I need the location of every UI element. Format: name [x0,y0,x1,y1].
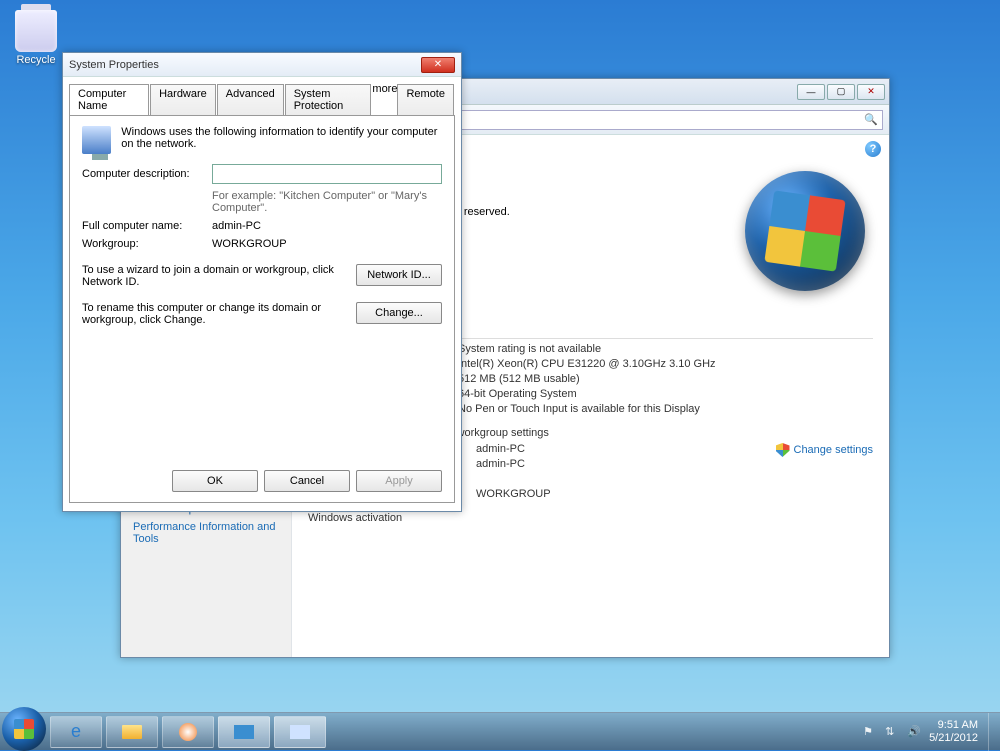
change-settings-link[interactable]: Change settings [776,443,874,457]
computer-icon [82,126,111,154]
shield-icon [776,443,790,457]
taskbar-media-player[interactable] [162,716,214,748]
full-name-value: admin-PC [476,458,525,470]
minimize-button[interactable]: — [797,84,825,100]
start-button[interactable] [2,707,46,751]
computer-description-input[interactable] [212,164,442,184]
desc-field-label: Computer description: [82,168,212,180]
rating-link[interactable]: System rating is not available [458,343,601,355]
dialog-close-button[interactable]: ✕ [421,57,455,73]
search-icon: 🔍 [864,113,878,126]
cpu-value: Intel(R) Xeon(R) CPU E31220 @ 3.10GHz 3.… [458,358,716,370]
cancel-button[interactable]: Cancel [264,470,350,492]
maximize-button[interactable]: ▢ [827,84,855,100]
workgroup-field-label: Workgroup: [82,238,212,250]
section-activation: Windows activation [308,512,873,524]
taskbar-clock[interactable]: 9:51 AM 5/21/2012 [929,719,978,743]
pen-value: No Pen or Touch Input is available for t… [458,403,700,415]
taskbar-control-panel[interactable] [218,716,270,748]
recycle-bin[interactable]: Recycle [15,10,57,66]
recycle-bin-label: Recycle [15,54,57,66]
network-id-button[interactable]: Network ID... [356,264,442,286]
tab-panel: Windows uses the following information t… [69,115,455,503]
ie-icon: e [71,721,81,742]
workgroup-value: WORKGROUP [476,488,551,500]
show-desktop-button[interactable] [988,713,998,751]
tab-remote[interactable]: Remote [397,84,454,116]
dialog-tabs: Computer Name Hardware Advanced System P… [63,77,461,115]
sidebar-perf-tools[interactable]: Performance Information and Tools [133,521,279,545]
system-properties-dialog: System Properties ✕ Computer Name Hardwa… [62,52,462,512]
tab-hardware[interactable]: Hardware [150,84,216,116]
clock-date: 5/21/2012 [929,732,978,744]
help-icon[interactable]: ? [865,141,881,157]
computer-name-value: admin-PC [476,443,525,455]
windows-logo-icon [745,171,865,291]
rename-text: To rename this computer or change its do… [82,302,344,326]
tab-advanced[interactable]: Advanced [217,84,284,116]
apply-button[interactable]: Apply [356,470,442,492]
system-tray: ⚑ ⇅ 🔊 9:51 AM 5/21/2012 [863,719,988,743]
tray-network-icon[interactable]: ⇅ [885,725,899,739]
recycle-bin-icon [15,10,57,52]
control-panel-icon [234,725,254,739]
systype-value: 64-bit Operating System [458,388,577,400]
full-name-field-value: admin-PC [212,220,261,232]
wizard-text: To use a wizard to join a domain or work… [82,264,344,288]
change-button[interactable]: Change... [356,302,442,324]
tray-flag-icon[interactable]: ⚑ [863,725,877,739]
tab-computer-name[interactable]: Computer Name [69,84,149,116]
close-button[interactable]: ✕ [857,84,885,100]
dialog-titlebar[interactable]: System Properties ✕ [63,53,461,77]
media-player-icon [179,723,197,741]
ram-value: 512 MB (512 MB usable) [458,373,580,385]
tab-system-protection[interactable]: System Protection [285,84,372,116]
desc-example: For example: "Kitchen Computer" or "Mary… [212,190,442,214]
taskbar-ie[interactable]: e [50,716,102,748]
taskbar-system-properties[interactable] [274,716,326,748]
clock-time: 9:51 AM [929,719,978,731]
full-name-field-label: Full computer name: [82,220,212,232]
taskbar: e ⚑ ⇅ 🔊 9:51 AM 5/21/2012 [0,712,1000,750]
ok-button[interactable]: OK [172,470,258,492]
dialog-title: System Properties [69,59,159,71]
tray-volume-icon[interactable]: 🔊 [907,725,921,739]
system-properties-icon [290,725,310,739]
intro-text: Windows uses the following information t… [121,126,442,154]
folder-icon [122,725,142,739]
workgroup-field-value: WORKGROUP [212,238,287,250]
change-settings-text: Change settings [794,444,874,456]
taskbar-explorer[interactable] [106,716,158,748]
